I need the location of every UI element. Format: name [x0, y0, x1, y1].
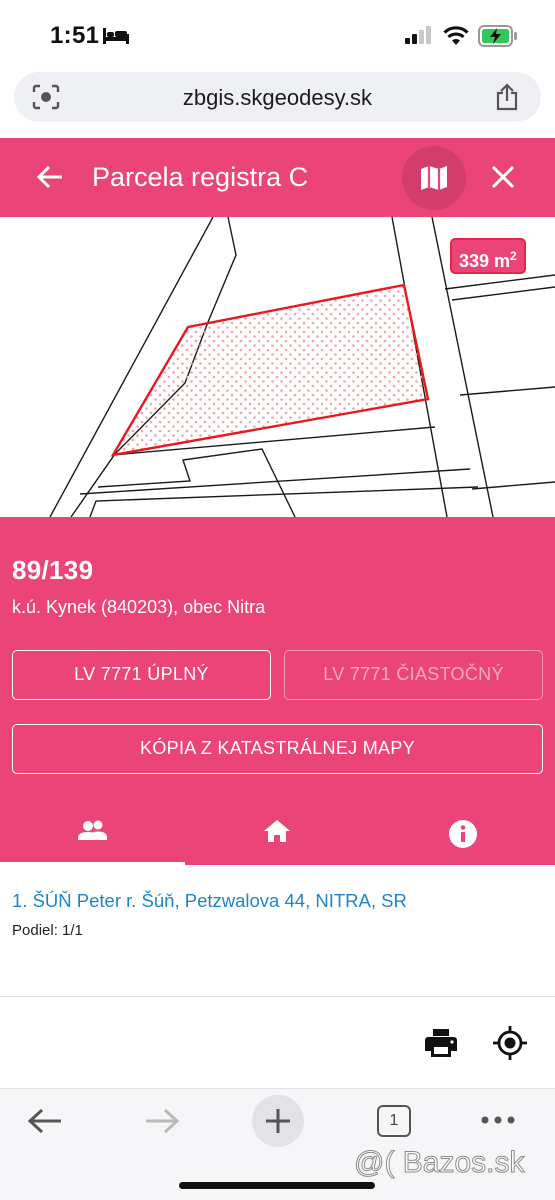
people-icon	[78, 820, 107, 840]
wifi-icon	[443, 26, 469, 45]
map-view-button[interactable]	[402, 146, 466, 210]
map-icon	[421, 166, 447, 190]
browser-forward-icon	[146, 1108, 180, 1134]
url-text[interactable]: zbgis.skgeodesy.sk	[14, 85, 541, 111]
area-badge: 339 m2	[450, 238, 526, 274]
app-header: Parcela registra C	[0, 138, 555, 217]
owner-share: Podiel: 1/1	[12, 922, 83, 939]
parcel-map[interactable]: 339 m2	[0, 217, 555, 517]
tab-info[interactable]	[370, 805, 555, 865]
home-indicator	[179, 1182, 375, 1189]
parcel-info-panel: 89/139 k.ú. Kynek (840203), obec Nitra L…	[0, 517, 555, 865]
more-icon[interactable]	[481, 1116, 515, 1124]
parcel-number: 89/139	[12, 555, 94, 585]
watermark: @( Bazos.sk	[354, 1146, 525, 1180]
app-toolbar	[0, 996, 555, 1088]
url-bar[interactable]: zbgis.skgeodesy.sk	[14, 72, 541, 122]
share-icon[interactable]	[495, 83, 519, 111]
plus-icon	[266, 1109, 290, 1133]
tab-active-indicator	[0, 862, 185, 865]
battery-icon	[478, 25, 517, 47]
info-icon	[449, 820, 477, 848]
browser-toolbar: 1 @( Bazos.sk	[0, 1088, 555, 1200]
new-tab-button[interactable]	[252, 1095, 304, 1147]
parcel-location: k.ú. Kynek (840203), obec Nitra	[12, 597, 266, 617]
status-time: 1:51	[50, 22, 100, 49]
area-value: 339 m	[459, 251, 511, 271]
bed-icon	[103, 28, 129, 44]
signal-icon	[405, 26, 431, 44]
print-icon[interactable]	[425, 1028, 457, 1058]
locate-icon[interactable]	[493, 1026, 527, 1060]
cadastral-map-copy-button[interactable]: KÓPIA Z KATASTRÁLNEJ MAPY	[12, 724, 543, 774]
lv-partial-button: LV 7771 ČIASTOČNÝ	[284, 650, 543, 700]
browser-back-icon[interactable]	[27, 1107, 63, 1135]
close-icon[interactable]	[488, 162, 518, 192]
lv-full-button[interactable]: LV 7771 ÚPLNÝ	[12, 650, 271, 700]
owner-link[interactable]: 1. ŠÚŇ Peter r. Šúň, Petzwalova 44, NITR…	[12, 890, 407, 912]
back-arrow-icon[interactable]	[36, 164, 64, 190]
tab-property[interactable]	[185, 805, 370, 865]
home-icon	[264, 820, 290, 842]
tab-owners[interactable]	[0, 805, 185, 865]
status-bar: 1:51	[0, 0, 555, 70]
page-title: Parcela registra C	[92, 162, 309, 192]
tab-switcher-button[interactable]: 1	[377, 1105, 411, 1137]
area-unit-exponent: 2	[510, 249, 517, 263]
